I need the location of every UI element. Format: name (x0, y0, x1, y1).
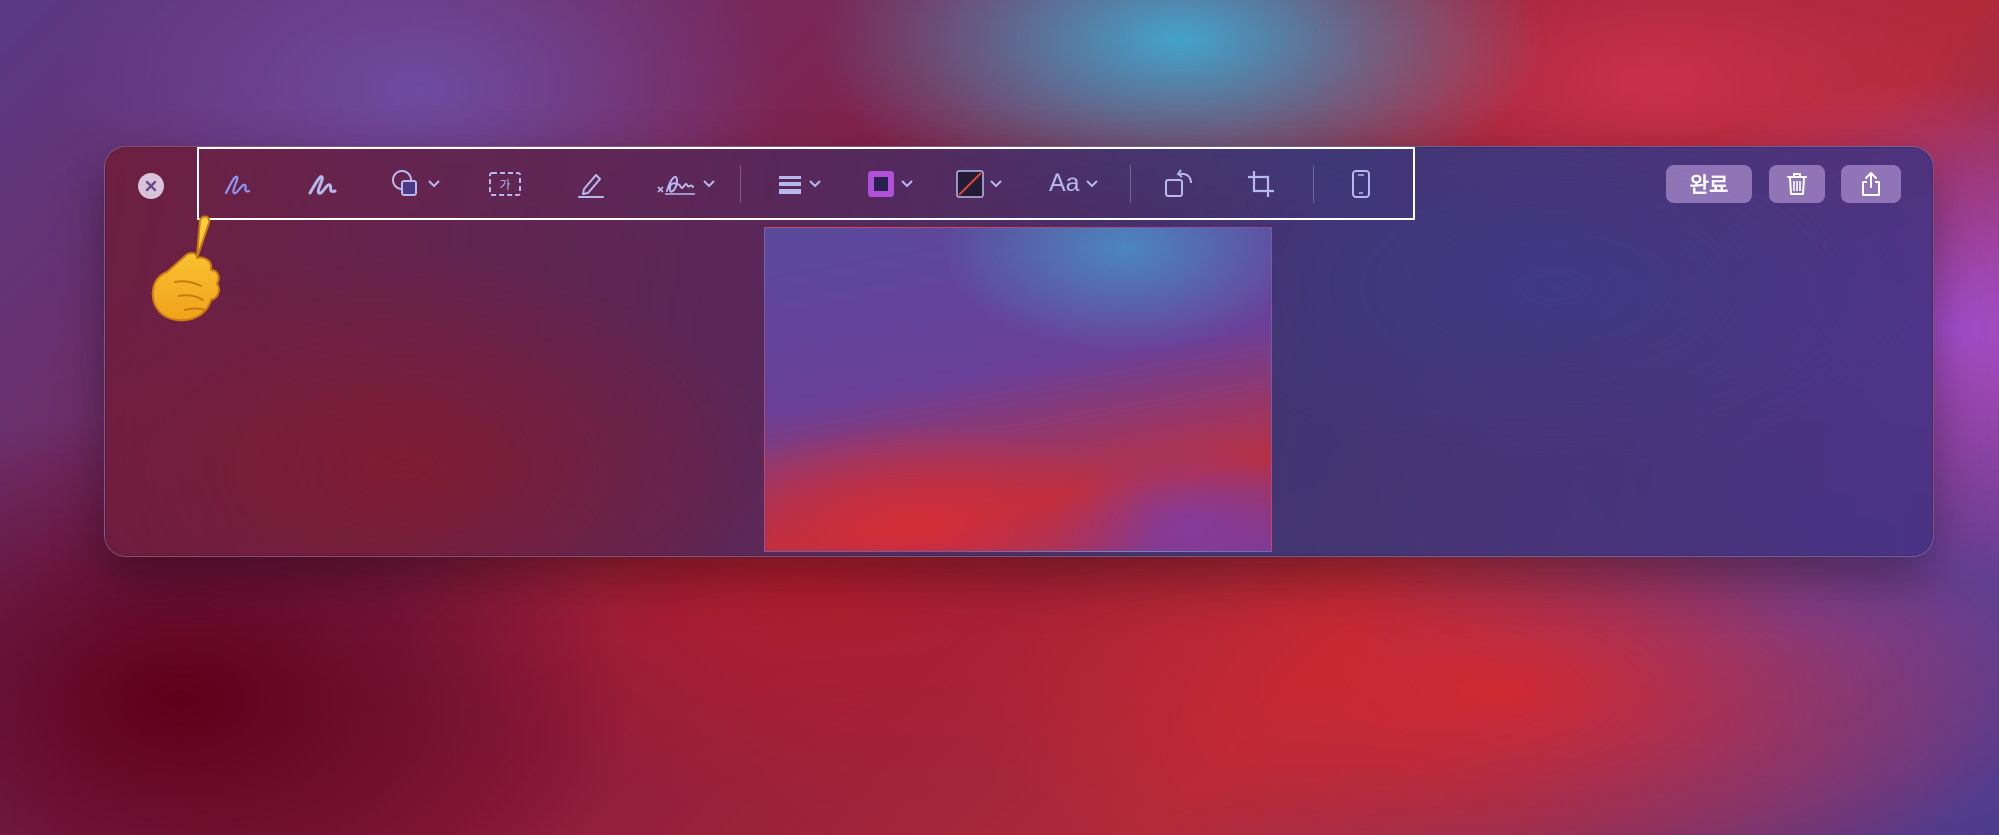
pointing-hand-icon (151, 215, 220, 322)
share-button[interactable] (1841, 165, 1901, 203)
share-icon (1862, 172, 1880, 196)
rotate-icon (1165, 168, 1192, 197)
sign-tool-button[interactable] (655, 147, 715, 220)
toolbar-separator (740, 165, 741, 203)
border-color-button[interactable] (867, 147, 913, 220)
line-weight-icon (779, 175, 801, 194)
markup-window: 가 Aa 완료 (104, 146, 1934, 557)
device-button[interactable] (1351, 147, 1371, 220)
shapes-icon (392, 169, 417, 196)
sketch-icon (224, 175, 251, 194)
crop-icon (1248, 170, 1274, 197)
text-style-button[interactable]: Aa (1049, 147, 1098, 220)
highlight-tool-button[interactable] (576, 147, 606, 220)
crop-button[interactable] (1246, 147, 1276, 220)
text-box-glyph: 가 (499, 178, 510, 192)
image-preview (764, 227, 1272, 552)
chevron-down-icon[interactable] (1085, 179, 1098, 188)
chevron-down-icon[interactable] (428, 179, 440, 188)
chevron-down-icon[interactable] (990, 179, 1002, 188)
shape-style-button[interactable] (777, 147, 821, 220)
close-button[interactable] (138, 173, 164, 199)
chevron-down-icon[interactable] (809, 179, 821, 188)
text-style-icon: Aa (1049, 169, 1080, 197)
text-box-icon: 가 (489, 171, 521, 196)
chevron-down-icon[interactable] (901, 179, 913, 188)
fill-color-button[interactable] (956, 147, 1002, 220)
close-icon (145, 180, 157, 192)
text-tool-button[interactable]: 가 (488, 147, 522, 220)
draw-tool-button[interactable] (307, 147, 339, 220)
rotate-button[interactable] (1163, 147, 1195, 220)
toolbar-separator (1313, 165, 1314, 203)
phone-icon (1352, 169, 1370, 198)
done-button[interactable]: 완료 (1666, 165, 1752, 203)
trash-icon (1787, 173, 1807, 195)
toolbar-separator (1130, 165, 1131, 203)
fill-color-icon (956, 169, 984, 198)
pencil-underline-icon (578, 173, 604, 198)
chevron-down-icon[interactable] (703, 179, 715, 188)
shapes-tool-button[interactable] (390, 147, 440, 220)
border-color-icon (868, 170, 894, 197)
draw-icon (308, 174, 337, 195)
signature-icon (657, 175, 695, 195)
delete-button[interactable] (1769, 165, 1825, 203)
